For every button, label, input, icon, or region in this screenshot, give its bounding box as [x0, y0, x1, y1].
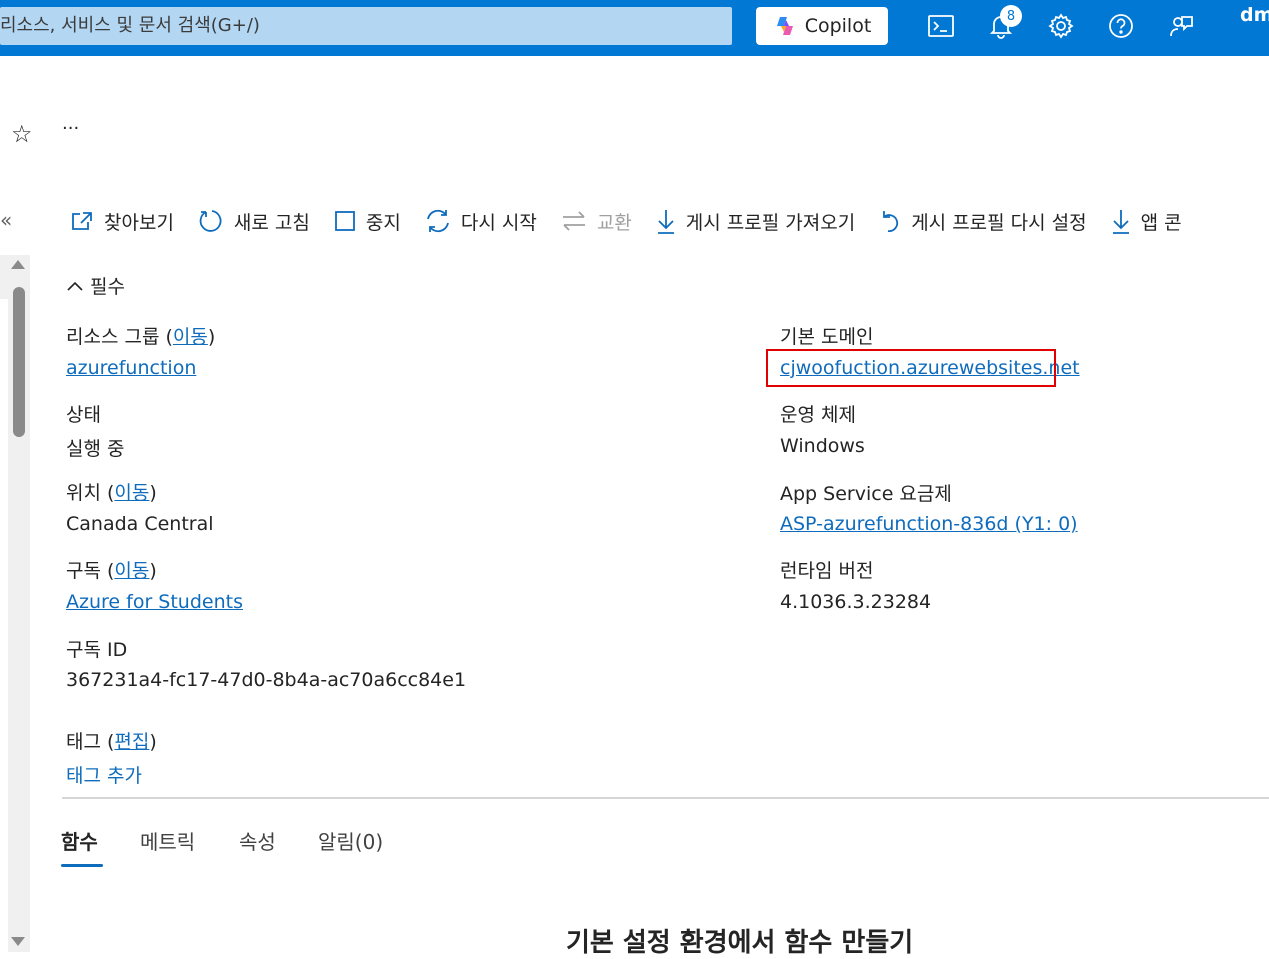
vertical-scrollbar[interactable]	[8, 255, 30, 952]
refresh-label: 새로 고침	[233, 211, 310, 234]
download-arrow-icon	[1112, 210, 1129, 234]
location-move-link[interactable]: 이동	[114, 482, 149, 504]
notification-count-badge: 8	[1000, 5, 1022, 27]
copilot-icon	[776, 17, 793, 35]
download-app-content-label: 앱 콘	[1140, 211, 1182, 234]
get-publish-profile-label: 게시 프로필 가져오기	[685, 211, 856, 234]
chevron-up-icon	[67, 281, 83, 291]
os-value: Windows	[780, 435, 865, 457]
stop-square-icon	[334, 211, 355, 231]
global-search-input[interactable]: 리소스, 서비스 및 문서 검색(G+/)	[0, 7, 732, 45]
essentials-toggle[interactable]: 필수	[66, 272, 125, 299]
stop-label: 중지	[365, 211, 401, 234]
left-edge	[0, 255, 8, 299]
collapse-sidebar-icon[interactable]: «	[0, 208, 12, 232]
reset-publish-profile-label: 게시 프로필 다시 설정	[911, 211, 1087, 234]
swap-arrows-icon	[562, 211, 585, 231]
settings-gear-icon[interactable]	[1046, 11, 1076, 41]
section-title: 기본 설정 환경에서 함수 만들기	[566, 928, 914, 958]
tab-metrics[interactable]: 메트릭	[140, 826, 195, 855]
default-domain-label: 기본 도메인	[780, 326, 874, 348]
add-tag-link[interactable]: 태그 추가	[66, 761, 142, 788]
restart-button[interactable]: 다시 시작	[425, 208, 537, 235]
status-label: 상태	[66, 404, 101, 426]
scroll-up-arrow-icon[interactable]	[11, 260, 25, 269]
scroll-down-arrow-icon[interactable]	[11, 937, 25, 946]
cloud-shell-icon[interactable]	[926, 11, 956, 41]
copilot-label: Copilot	[804, 15, 872, 37]
restart-arrows-icon	[426, 209, 449, 233]
app-service-plan-label: App Service 요금제	[780, 483, 952, 505]
download-arrow-icon	[657, 210, 674, 234]
download-app-content-button[interactable]: 앱 콘	[1111, 208, 1182, 235]
status-value: 실행 중	[66, 438, 125, 460]
resource-group-label: 리소스 그룹 (이동)	[66, 326, 216, 348]
subscription-link[interactable]: Azure for Students	[66, 591, 243, 613]
more-options-icon[interactable]: ···	[62, 118, 79, 139]
swap-label: 교환	[596, 211, 632, 234]
subscription-move-link[interactable]: 이동	[114, 560, 149, 582]
runtime-version-label: 런타임 버전	[780, 560, 874, 582]
subscription-id-value: 367231a4-fc17-47d0-8b4a-ac70a6cc84e1	[66, 669, 467, 691]
tab-notifications[interactable]: 알림(0)	[318, 826, 383, 855]
restart-label: 다시 시작	[460, 211, 537, 234]
resource-group-move-link[interactable]: 이동	[173, 326, 208, 348]
location-label: 위치 (이동)	[66, 482, 157, 504]
reset-publish-profile-button[interactable]: 게시 프로필 다시 설정	[879, 208, 1087, 235]
search-placeholder: 리소스, 서비스 및 문서 검색(G+/)	[0, 15, 260, 36]
tab-functions[interactable]: 함수	[61, 826, 98, 855]
resource-group-link[interactable]: azurefunction	[66, 357, 196, 379]
location-value: Canada Central	[66, 513, 214, 535]
stop-button[interactable]: 중지	[334, 208, 401, 235]
open-external-icon	[72, 212, 92, 230]
section-divider	[62, 797, 1269, 799]
undo-icon	[883, 211, 899, 232]
copilot-button[interactable]: Copilot	[756, 7, 888, 45]
default-domain-highlight-box	[766, 349, 1056, 387]
top-bar: 리소스, 서비스 및 문서 검색(G+/) Copilot 8 dm	[0, 0, 1269, 56]
scroll-thumb[interactable]	[13, 287, 25, 437]
subscription-id-label: 구독 ID	[66, 639, 128, 661]
user-account[interactable]: dm	[1240, 4, 1269, 26]
browse-label: 찾아보기	[104, 211, 174, 234]
feedback-icon[interactable]	[1166, 11, 1196, 41]
get-publish-profile-button[interactable]: 게시 프로필 가져오기	[656, 208, 855, 235]
refresh-icon	[199, 210, 222, 232]
command-toolbar: 찾아보기 새로 고침 중지 다시 시작 교환 게시 프로필 가져오기 게시 프로…	[70, 205, 1206, 237]
help-question-icon[interactable]	[1106, 11, 1136, 41]
tab-properties[interactable]: 속성	[239, 826, 276, 855]
tags-label: 태그 (편집)	[66, 731, 157, 753]
refresh-button[interactable]: 새로 고침	[198, 208, 310, 235]
essentials-header: 필수	[90, 276, 125, 298]
subscription-label: 구독 (이동)	[66, 560, 157, 582]
tags-edit-link[interactable]: 편집	[114, 731, 149, 753]
swap-button[interactable]: 교환	[561, 208, 632, 235]
runtime-version-value: 4.1036.3.23284	[780, 591, 932, 613]
app-service-plan-link[interactable]: ASP-azurefunction-836d (Y1: 0)	[780, 513, 1078, 535]
browse-button[interactable]: 찾아보기	[70, 208, 174, 235]
favorite-star-icon[interactable]: ☆	[11, 120, 33, 148]
active-tab-indicator	[61, 864, 103, 867]
os-label: 운영 체제	[780, 404, 856, 426]
